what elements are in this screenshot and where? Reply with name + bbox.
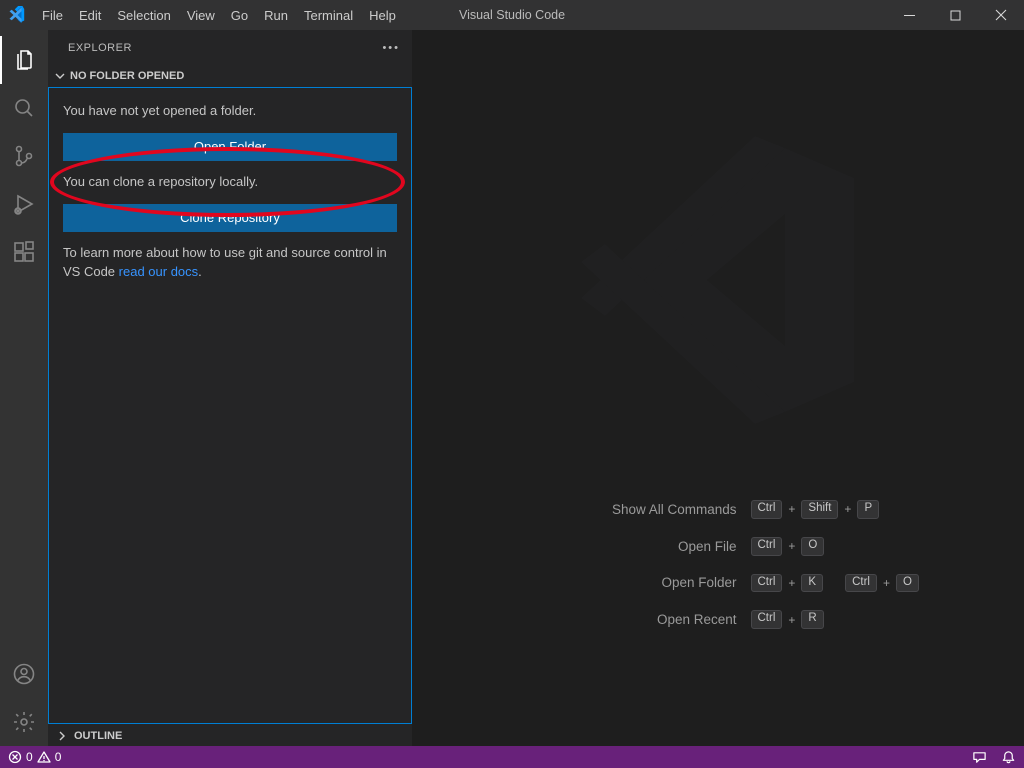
plus-icon: +: [788, 539, 795, 553]
vscode-watermark-icon: [569, 130, 869, 430]
plus-icon: +: [788, 613, 795, 627]
menu-go[interactable]: Go: [223, 0, 256, 30]
shortcut-open-folder: Open Folder Ctrl + K Ctrl + O: [487, 574, 951, 593]
activity-search-icon[interactable]: [0, 84, 48, 132]
error-count: 0: [26, 750, 33, 764]
outline-label: OUTLINE: [74, 730, 122, 742]
status-bar: 0 0: [0, 746, 1024, 768]
chevron-right-icon: [56, 730, 68, 742]
more-actions-icon[interactable]: •••: [382, 42, 400, 54]
key-ctrl: Ctrl: [845, 574, 877, 593]
close-button[interactable]: [978, 0, 1024, 30]
key-p: P: [857, 500, 879, 519]
key-shift: Shift: [801, 500, 838, 519]
activity-accounts-icon[interactable]: [0, 650, 48, 698]
menu-bar: File Edit Selection View Go Run Terminal…: [34, 0, 404, 30]
maximize-button[interactable]: [932, 0, 978, 30]
open-folder-button[interactable]: Open Folder: [63, 133, 397, 161]
activity-settings-icon[interactable]: [0, 698, 48, 746]
key-ctrl: Ctrl: [751, 610, 783, 629]
minimize-button[interactable]: [886, 0, 932, 30]
no-folder-section-body: You have not yet opened a folder. Open F…: [48, 87, 412, 724]
outline-section-header[interactable]: OUTLINE: [48, 724, 412, 746]
window-controls: [886, 0, 1024, 30]
activity-run-debug-icon[interactable]: [0, 180, 48, 228]
editor-area: Show All Commands Ctrl + Shift + P Open …: [413, 30, 1024, 746]
key-o: O: [801, 537, 824, 556]
shortcut-label: Open Folder: [487, 575, 737, 590]
error-icon: [8, 750, 22, 764]
menu-file[interactable]: File: [34, 0, 71, 30]
shortcut-open-file: Open File Ctrl + O: [487, 537, 951, 556]
key-o: O: [896, 574, 919, 593]
activity-extensions-icon[interactable]: [0, 228, 48, 276]
clone-repository-button[interactable]: Clone Repository: [63, 204, 397, 232]
warning-count: 0: [55, 750, 62, 764]
menu-edit[interactable]: Edit: [71, 0, 109, 30]
no-folder-section-header[interactable]: NO FOLDER OPENED: [48, 65, 412, 87]
activity-source-control-icon[interactable]: [0, 132, 48, 180]
plus-icon: +: [788, 576, 795, 590]
sidebar-title: EXPLORER: [68, 42, 132, 54]
menu-selection[interactable]: Selection: [109, 0, 178, 30]
plus-icon: +: [883, 576, 890, 590]
menu-help[interactable]: Help: [361, 0, 404, 30]
shortcut-label: Open Recent: [487, 612, 737, 627]
welcome-shortcuts: Show All Commands Ctrl + Shift + P Open …: [413, 500, 1024, 629]
docs-prefix: To learn more about how to use git and s…: [63, 245, 387, 279]
shortcut-show-all-commands: Show All Commands Ctrl + Shift + P: [487, 500, 951, 519]
explorer-sidebar: EXPLORER ••• NO FOLDER OPENED You have n…: [48, 30, 413, 746]
shortcut-open-recent: Open Recent Ctrl + R: [487, 610, 951, 629]
plus-icon: +: [844, 502, 851, 516]
status-bell-icon[interactable]: [1001, 750, 1016, 765]
menu-view[interactable]: View: [179, 0, 223, 30]
menu-run[interactable]: Run: [256, 0, 296, 30]
clone-message: You can clone a repository locally.: [63, 173, 397, 192]
key-ctrl: Ctrl: [751, 537, 783, 556]
key-k: K: [801, 574, 823, 593]
status-problems[interactable]: 0 0: [8, 750, 61, 764]
key-ctrl: Ctrl: [751, 574, 783, 593]
read-docs-link[interactable]: read our docs: [119, 264, 199, 279]
activity-bar: [0, 30, 48, 746]
menu-terminal[interactable]: Terminal: [296, 0, 361, 30]
key-ctrl: Ctrl: [751, 500, 783, 519]
title-bar: File Edit Selection View Go Run Terminal…: [0, 0, 1024, 30]
chevron-down-icon: [54, 70, 66, 82]
key-r: R: [801, 610, 823, 629]
shortcut-label: Show All Commands: [487, 502, 737, 517]
docs-message: To learn more about how to use git and s…: [63, 244, 397, 282]
activity-explorer-icon[interactable]: [0, 36, 48, 84]
no-folder-message: You have not yet opened a folder.: [63, 102, 397, 121]
shortcut-label: Open File: [487, 539, 737, 554]
warning-icon: [37, 750, 51, 764]
app-logo-icon: [0, 6, 34, 24]
docs-suffix: .: [198, 264, 202, 279]
no-folder-section-title: NO FOLDER OPENED: [70, 70, 184, 82]
plus-icon: +: [788, 502, 795, 516]
status-feedback-icon[interactable]: [972, 750, 987, 765]
